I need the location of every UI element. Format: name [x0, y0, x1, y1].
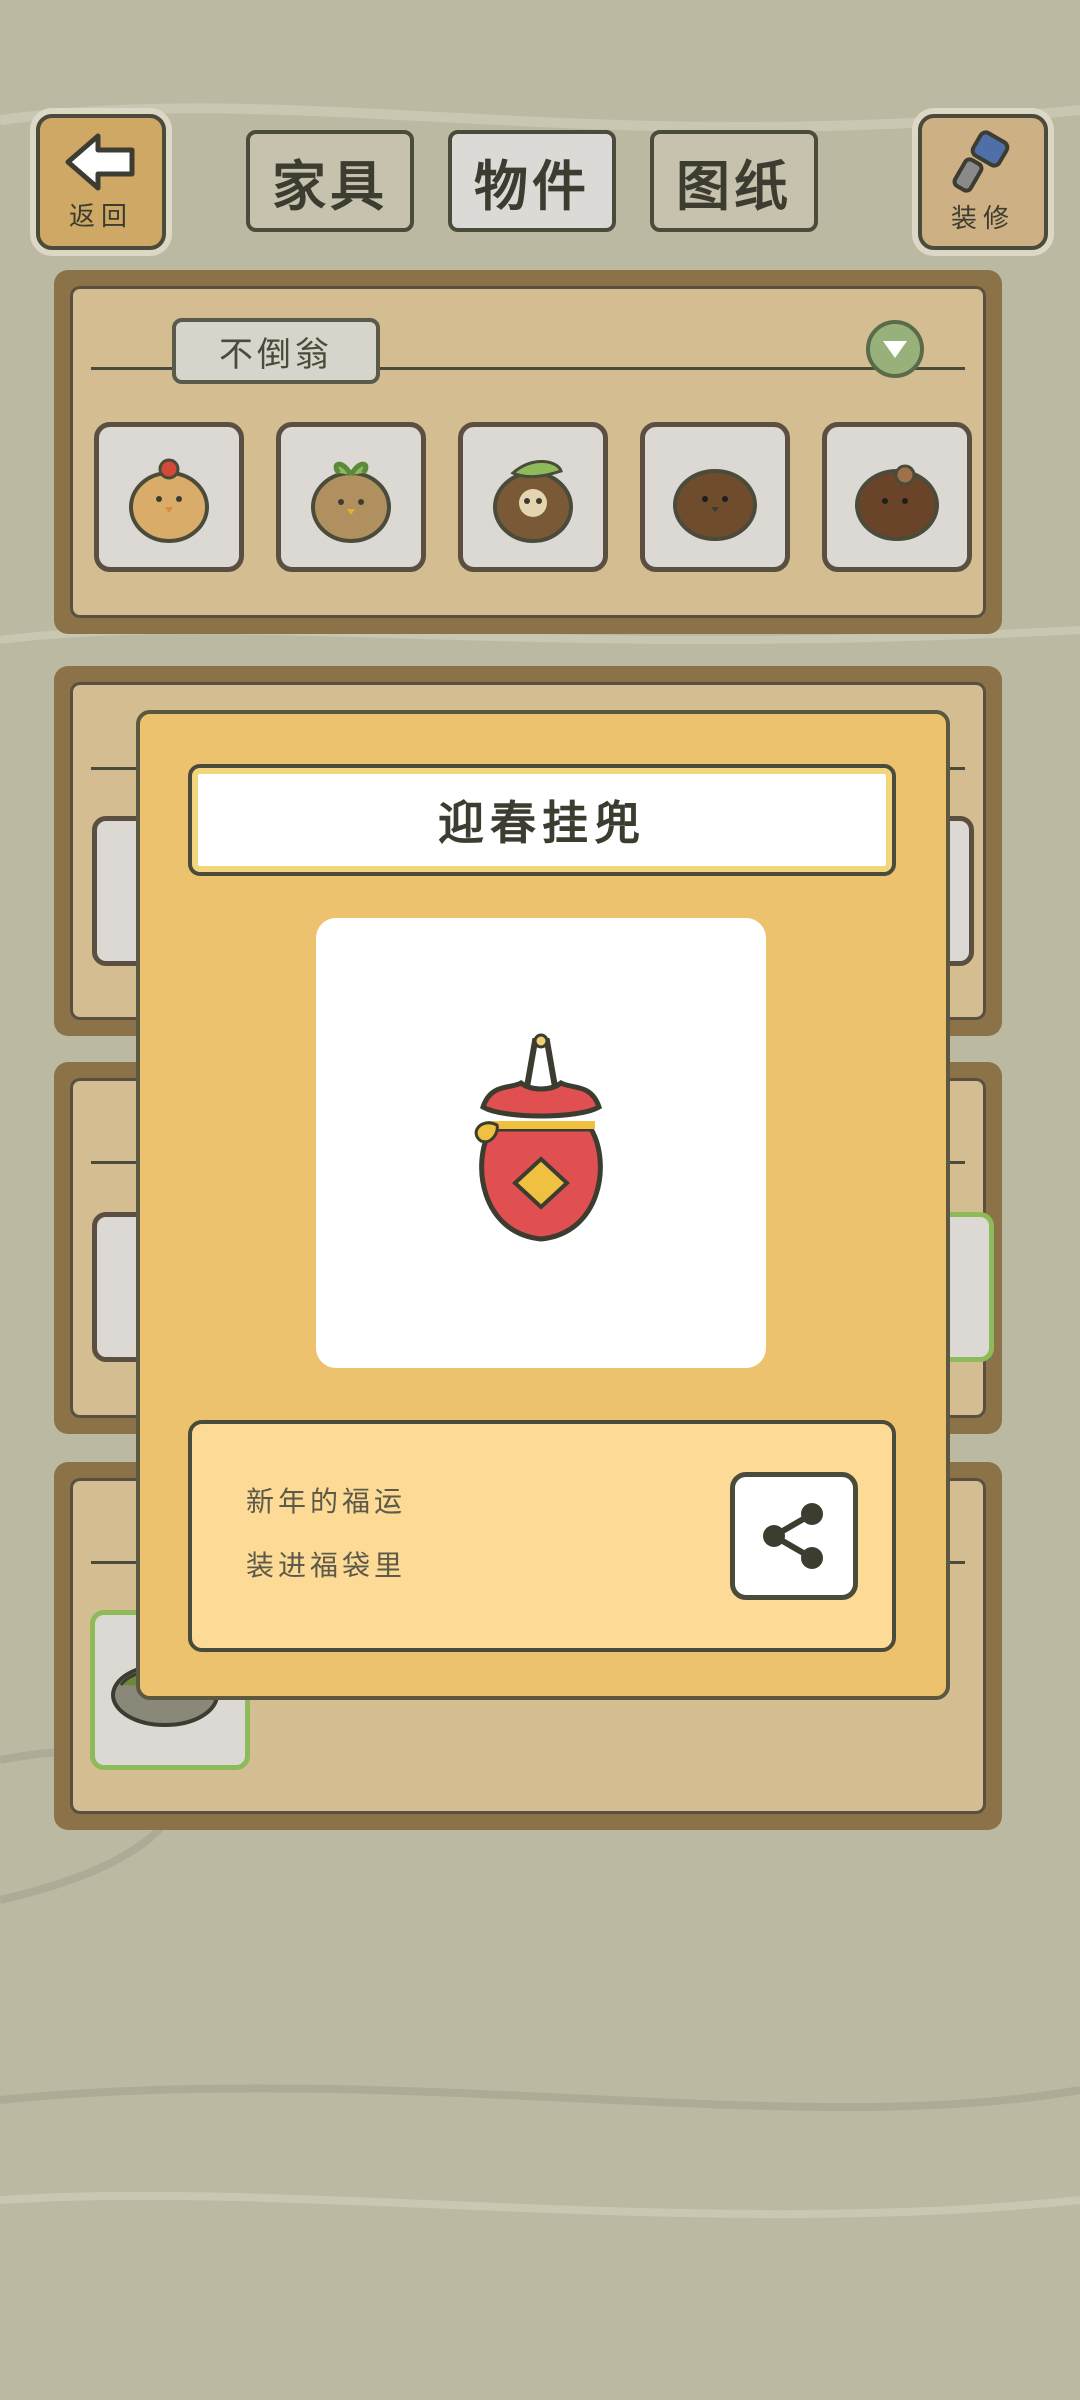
paint-brush-icon	[952, 129, 1010, 193]
dark-daruma-icon	[855, 464, 939, 541]
share-icon	[763, 1503, 823, 1569]
dropdown-button[interactable]	[866, 320, 924, 378]
chevron-down-icon	[883, 341, 907, 358]
brown-daruma-icon	[673, 469, 757, 541]
leaf-daruma-icon	[493, 460, 573, 543]
description-line-2: 装进福袋里	[246, 1549, 407, 1582]
category-panel: 不倒翁	[54, 270, 1002, 634]
back-label: 返回	[68, 201, 133, 232]
item-brown-daruma[interactable]	[640, 422, 790, 572]
arrow-left-icon	[65, 133, 135, 190]
category-label: 不倒翁	[172, 318, 380, 384]
item-cherry-daruma[interactable]	[94, 422, 244, 572]
back-button[interactable]: 返回	[36, 114, 166, 250]
share-button[interactable]	[730, 1472, 858, 1600]
item-description-box: 新年的福运 装进福袋里	[188, 1420, 896, 1652]
item-sprout-daruma[interactable]	[276, 422, 426, 572]
lucky-bag-icon	[474, 1033, 603, 1242]
tab-blueprints[interactable]: 图纸	[650, 130, 818, 232]
tab-furniture[interactable]: 家具	[246, 130, 414, 232]
item-image-frame	[316, 918, 766, 1368]
item-leaf-daruma[interactable]	[458, 422, 608, 572]
sprout-daruma-icon	[311, 461, 391, 543]
tab-items[interactable]: 物件	[448, 130, 616, 232]
decorate-button[interactable]: 装修	[918, 114, 1048, 250]
cherry-daruma-icon	[129, 458, 209, 543]
item-dark-daruma[interactable]	[822, 422, 972, 572]
item-detail-modal: 迎春挂兜 新年的福运 装进福袋里	[136, 710, 950, 1700]
decorate-label: 装修	[950, 203, 1015, 234]
description-line-1: 新年的福运	[246, 1485, 407, 1518]
modal-title: 迎春挂兜	[188, 764, 896, 876]
